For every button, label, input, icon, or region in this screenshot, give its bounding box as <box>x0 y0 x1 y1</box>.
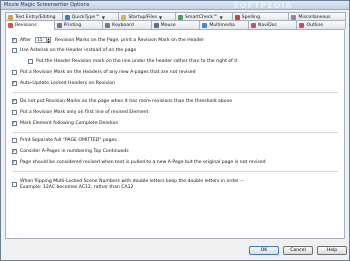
tab-mouse[interactable]: Mouse <box>150 20 201 29</box>
auto-update-label: Auto-Update Locked Headers on Revision <box>20 81 115 86</box>
revisions-icon <box>8 23 13 28</box>
window-title: Movie Magic Screenwriter Options <box>4 2 90 8</box>
quicktype-icon <box>64 14 70 20</box>
tab-printing[interactable]: Printing <box>53 20 104 29</box>
mouse-icon <box>153 22 159 28</box>
after-label: After <box>20 37 32 43</box>
consider-apages-label: Consider A-Pages in numbering Top Contin… <box>20 149 129 154</box>
tab-label: Revisions <box>15 23 37 28</box>
help-button[interactable]: Help <box>317 246 347 255</box>
mark-deletion-option-row: Mark Element following Complete Deletion <box>12 121 118 126</box>
printer-icon <box>56 22 62 28</box>
page-omitted-checkbox[interactable] <box>12 138 17 143</box>
tab-label: QuickType™ <box>71 14 100 20</box>
keyboard-icon <box>105 22 111 28</box>
ok-button[interactable]: OK <box>249 246 279 255</box>
cancel-button[interactable]: Cancel <box>283 246 313 255</box>
multi-locked-text: When flipping Multi-Locked Scene Numbers… <box>20 179 244 191</box>
chevron-down-icon: ▼ <box>219 14 223 20</box>
tab-outline[interactable]: Outline <box>296 20 347 29</box>
outline-icon <box>299 22 305 28</box>
after-spinner: ▲▼ <box>35 37 52 44</box>
tab-label: Startup/Files <box>128 14 158 20</box>
after-checkbox[interactable] <box>12 37 17 43</box>
consider-apages-checkbox[interactable] <box>12 149 17 154</box>
multi-locked-checkbox[interactable] <box>12 182 17 187</box>
revisions-panel: After ▲▼ Revision Marks on the Page, pri… <box>5 29 345 239</box>
page-revised-checkbox[interactable] <box>12 160 17 165</box>
consider-apages-option-row: Consider A-Pages in numbering Top Contin… <box>12 149 129 154</box>
divider <box>12 171 338 172</box>
folder-icon <box>121 14 127 20</box>
tab-revisions[interactable]: Revisions <box>5 20 55 30</box>
no-more-marks-label: Do not put Revision Marks on the page wh… <box>20 99 233 104</box>
spelling-icon <box>234 14 240 20</box>
divider <box>12 92 338 93</box>
new-apages-label: Put a Revision Mark on the Headers of an… <box>20 70 196 75</box>
tab-keyboard[interactable]: Keyboard <box>102 20 152 29</box>
mark-deletion-checkbox[interactable] <box>12 121 17 126</box>
multi-locked-option-row: When flipping Multi-Locked Scene Numbers… <box>12 179 244 191</box>
after-count-input[interactable] <box>35 37 48 43</box>
asterisk-option-row: Use Asterisk on the Header instead of on… <box>12 48 136 53</box>
tab-navidoc[interactable]: NaviDoc <box>247 20 298 29</box>
tab-label: Outline <box>306 22 324 28</box>
after-option-row: After ▲▼ Revision Marks on the Page, pri… <box>12 37 204 44</box>
tab-label: NaviDoc <box>257 22 278 28</box>
page-omitted-option-row: Print Separate full "PAGE OMITTED" pages <box>12 138 117 143</box>
tab-label: Text Entry/Editing <box>15 14 56 20</box>
tab-label: Printing <box>63 22 82 28</box>
spinner-arrows-icon[interactable]: ▲ ▼ <box>47 37 52 44</box>
tab-label: Miscellaneous <box>298 14 331 20</box>
first-line-label: Put a Revision Mark only on first line o… <box>20 110 149 115</box>
asterisk-checkbox[interactable] <box>12 48 17 53</box>
multi-locked-example: Example: 12AC becomes AC12, rather than … <box>20 185 134 190</box>
no-more-marks-checkbox[interactable] <box>12 99 17 104</box>
chevron-down-icon: ▼ <box>159 14 163 20</box>
header-line-option-row: Put the Header Revision mark on the line… <box>28 59 237 64</box>
after-description: Revision Marks on the Page, print a Revi… <box>55 37 204 43</box>
no-more-marks-option-row: Do not put Revision Marks on the page wh… <box>12 99 232 104</box>
tab-label: Multimedia <box>209 22 235 28</box>
navidoc-icon <box>250 22 256 28</box>
mark-deletion-label: Mark Element following Complete Deletion <box>20 121 119 126</box>
title-bar: Movie Magic Screenwriter Options <box>1 1 349 10</box>
tab-label: SmartCheck™ <box>185 14 218 20</box>
new-apages-checkbox[interactable] <box>12 70 17 75</box>
tab-label: Mouse <box>160 22 176 28</box>
watermark: SOFTPEDIA <box>233 1 293 10</box>
page-revised-option-row: Page should be considered revised when t… <box>12 160 266 165</box>
multimedia-icon <box>202 22 208 28</box>
header-line-label: Put the Header Revision mark on the line… <box>36 59 238 64</box>
misc-icon <box>291 14 297 20</box>
auto-update-option-row: Auto-Update Locked Headers on Revision <box>12 81 115 86</box>
first-line-option-row: Put a Revision Mark only on first line o… <box>12 110 148 115</box>
header-line-checkbox[interactable] <box>28 59 33 64</box>
smartcheck-icon <box>178 14 184 20</box>
tab-label: Spelling <box>241 14 261 20</box>
options-window: Movie Magic Screenwriter Options SOFTPED… <box>0 0 350 261</box>
first-line-checkbox[interactable] <box>12 110 17 115</box>
tab-label: Keyboard <box>112 22 134 28</box>
page-omitted-label: Print Separate full "PAGE OMITTED" pages <box>20 138 117 143</box>
new-apages-option-row: Put a Revision Mark on the Headers of an… <box>12 70 196 75</box>
tab-multimedia[interactable]: Multimedia <box>199 20 249 29</box>
page-revised-label: Page should be considered revised when t… <box>20 160 266 165</box>
tab-row-bottom: Revisions Printing Keyboard Mouse Multim… <box>5 20 347 30</box>
text-entry-icon <box>8 14 13 20</box>
auto-update-checkbox[interactable] <box>12 81 17 86</box>
asterisk-label: Use Asterisk on the Header instead of on… <box>20 48 137 53</box>
chevron-down-icon: ▼ <box>101 14 105 20</box>
divider <box>12 132 338 133</box>
